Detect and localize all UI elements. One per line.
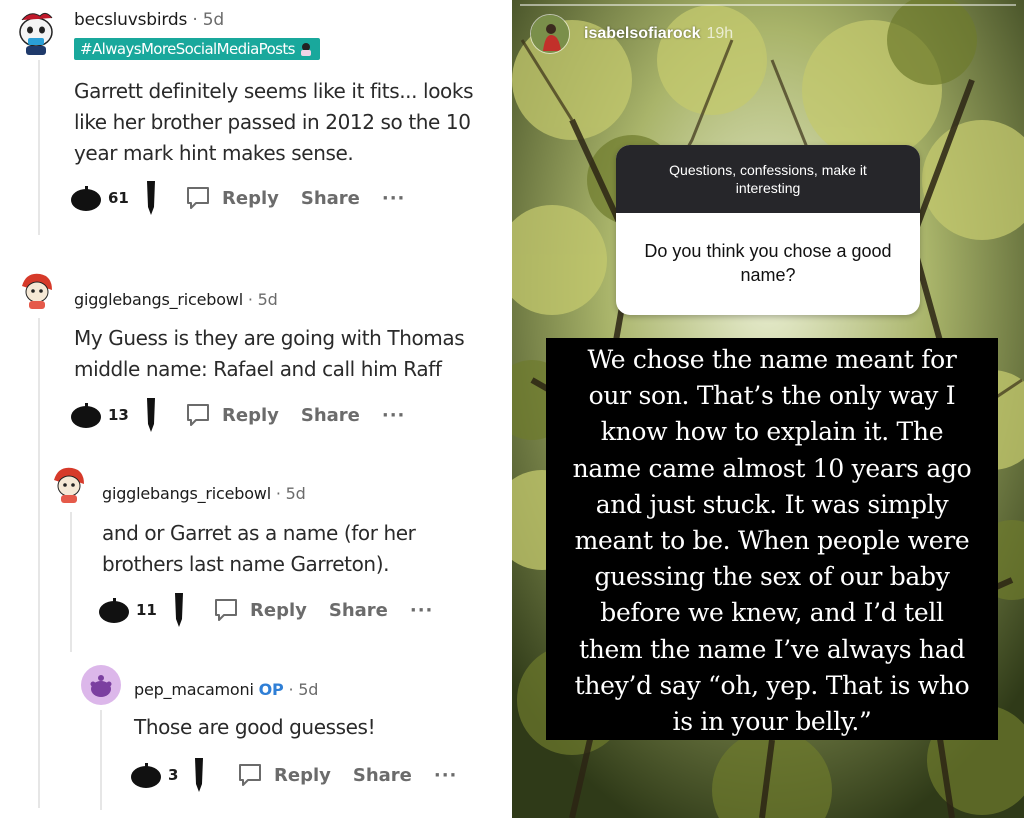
instagram-story[interactable]: isabelsofiarock 19h Questions, confessio…	[512, 0, 1024, 818]
downvote-icon[interactable]	[144, 179, 158, 217]
username[interactable]: gigglebangs_ricebowl	[74, 290, 243, 309]
comment-age: · 5d	[288, 680, 319, 699]
comment-line: like her brother passed in 2012 so the 1…	[74, 110, 471, 134]
comment-meta: pep_macamoni OP · 5d	[134, 680, 318, 699]
answer-line: our son. That’s the only way I	[588, 381, 956, 411]
answer-line: guessing the sex of our baby	[594, 562, 950, 592]
avatar-snoo-icon	[49, 463, 89, 503]
answer-line: We chose the name meant for	[587, 345, 957, 374]
reply-button[interactable]: Reply	[236, 761, 331, 789]
reply-icon	[215, 599, 237, 621]
comment-actions: 13 Reply Share ···	[70, 398, 406, 432]
comment-line: Those are good guesses!	[134, 715, 376, 739]
comment-age: · 5d	[192, 10, 224, 30]
more-icon[interactable]: ···	[434, 765, 458, 786]
share-button[interactable]: Share	[301, 188, 360, 209]
downvote-icon[interactable]	[192, 756, 206, 794]
thread-line[interactable]	[38, 318, 40, 808]
question-sticker: Questions, confessions, make it interest…	[616, 145, 920, 315]
thread-line[interactable]	[38, 60, 40, 235]
thread-line[interactable]	[70, 512, 72, 652]
reply-icon	[187, 187, 209, 209]
comment-body: Those are good guesses!	[134, 712, 504, 743]
answer-line: they’d say “oh, yep. That is who	[574, 670, 970, 700]
story-header: isabelsofiarock 19h	[530, 14, 733, 54]
share-button[interactable]: Share	[301, 405, 360, 426]
comment-age: · 5d	[275, 484, 306, 503]
username[interactable]: pep_macamoni	[134, 680, 254, 699]
reply-label: Reply	[250, 599, 307, 621]
story-progress-bar	[520, 4, 1016, 6]
question-prompt: Questions, confessions, make it interest…	[616, 145, 920, 213]
thread-line[interactable]	[100, 710, 102, 810]
share-button[interactable]: Share	[353, 765, 412, 786]
avatar[interactable]	[80, 664, 122, 706]
avatar-snoo-icon	[81, 665, 121, 705]
username[interactable]: becsluvsbirds	[74, 10, 187, 30]
downvote-icon[interactable]	[172, 591, 186, 629]
comment-body: Garrett definitely seems like it fits...…	[74, 76, 494, 169]
reply-label: Reply	[222, 187, 279, 209]
vote-count: 61	[108, 189, 129, 207]
comment-age: · 5d	[247, 290, 278, 309]
comment-line: Garrett definitely seems like it fits...…	[74, 79, 474, 103]
upvote-icon[interactable]	[70, 401, 102, 429]
answer-line: name came almost 10 years ago	[572, 453, 972, 483]
username[interactable]: gigglebangs_ricebowl	[102, 484, 271, 503]
vote-count: 3	[168, 766, 179, 784]
comment-actions: 11 Reply Share ···	[98, 593, 434, 627]
comment-line: and or Garret as a name (for her	[102, 521, 416, 545]
comment-actions: 61 Reply Share ···	[70, 181, 406, 215]
comment-line: middle name: Rafael and call him Raff	[74, 357, 442, 381]
story-username[interactable]: isabelsofiarock	[584, 25, 701, 43]
profile-photo-icon	[531, 15, 569, 53]
more-icon[interactable]: ···	[382, 188, 406, 209]
comment-actions: 3 Reply Share ···	[130, 758, 458, 792]
story-time: 19h	[706, 25, 734, 42]
reply-button[interactable]: Reply	[184, 184, 279, 212]
avatar[interactable]	[16, 6, 60, 56]
vote-count: 11	[136, 601, 157, 619]
vote-count: 13	[108, 406, 129, 424]
comment-body: My Guess is they are going with Thomas m…	[74, 323, 494, 385]
avatar[interactable]	[48, 462, 90, 504]
comment-body: and or Garret as a name (for her brother…	[102, 518, 502, 580]
answer-text-box: We chose the name meant for our son. Tha…	[546, 338, 998, 740]
reddit-thread: becsluvsbirds · 5d #AlwaysMoreSocialMedi…	[0, 0, 512, 818]
avatar-snoo-icon	[19, 12, 53, 55]
answer-line: is in your belly.”	[672, 707, 872, 737]
flair-text: #AlwaysMoreSocialMediaPosts	[80, 40, 295, 58]
comment-meta: gigglebangs_ricebowl · 5d	[102, 484, 306, 503]
answer-line: know how to explain it. The	[600, 417, 944, 447]
comment-meta: gigglebangs_ricebowl · 5d	[74, 290, 278, 309]
upvote-icon[interactable]	[98, 596, 130, 624]
answer-line: them the name I’ve always had	[578, 634, 966, 664]
comment-meta: becsluvsbirds · 5d	[74, 10, 224, 30]
question-text: Do you think you chose a good name?	[644, 241, 892, 285]
story-avatar[interactable]	[530, 14, 570, 54]
more-icon[interactable]: ···	[382, 405, 406, 426]
more-icon[interactable]: ···	[410, 600, 434, 621]
downvote-icon[interactable]	[144, 396, 158, 434]
reply-label: Reply	[274, 764, 331, 786]
avatar-snoo-icon	[17, 269, 57, 309]
op-badge: OP	[258, 680, 284, 699]
answer-line: before we knew, and I’d tell	[600, 598, 944, 628]
flair-emoji-icon	[298, 42, 314, 56]
comment-line: My Guess is they are going with Thomas	[74, 326, 465, 350]
user-flair: #AlwaysMoreSocialMediaPosts	[74, 38, 320, 60]
upvote-icon[interactable]	[70, 184, 102, 212]
reply-button[interactable]: Reply	[212, 596, 307, 624]
reply-icon	[187, 404, 209, 426]
comment-line: brothers last name Garreton).	[102, 552, 390, 576]
upvote-icon[interactable]	[130, 761, 162, 789]
reply-label: Reply	[222, 404, 279, 426]
comment-line: year mark hint makes sense.	[74, 141, 354, 165]
answer-line: and just stuck. It was simply	[595, 489, 949, 519]
answer-line: meant to be. When people were	[574, 526, 970, 556]
share-button[interactable]: Share	[329, 600, 388, 621]
reply-icon	[239, 764, 261, 786]
avatar[interactable]	[16, 268, 58, 310]
reply-button[interactable]: Reply	[184, 401, 279, 429]
